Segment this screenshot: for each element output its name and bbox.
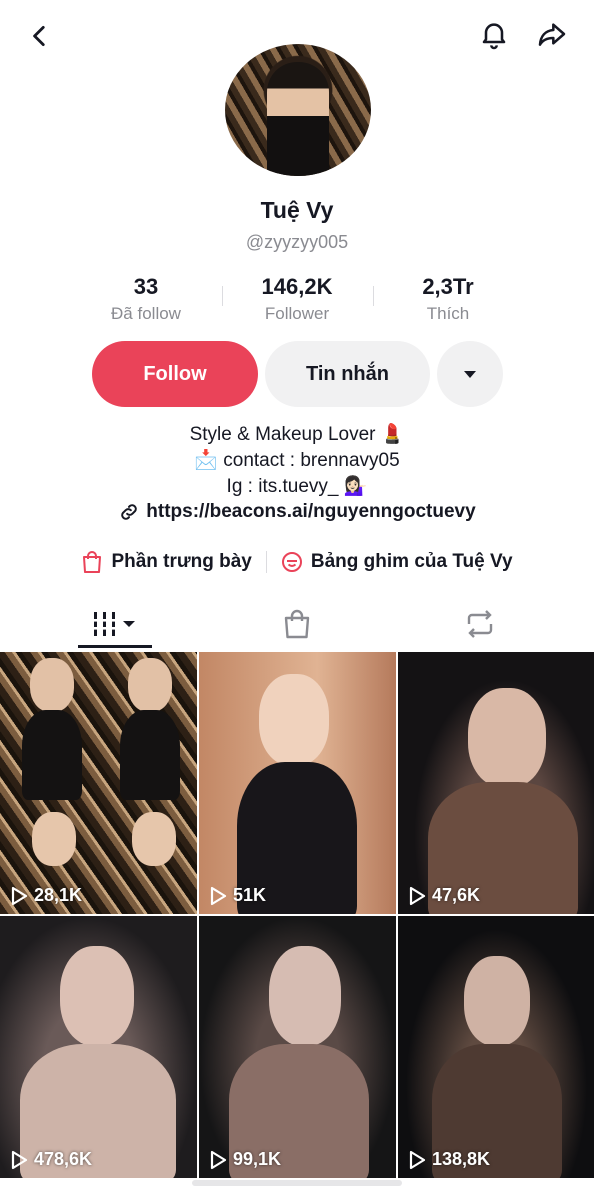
notification-button[interactable] bbox=[472, 12, 516, 56]
stat-following-label: Đã follow bbox=[111, 304, 181, 323]
video-tile[interactable]: 28,1K bbox=[0, 652, 197, 914]
thumbnail-figure bbox=[120, 710, 180, 800]
profile-stats: 33 Đã follow 146,2K Follower 2,3Tr Thích bbox=[0, 274, 594, 326]
stat-followers-label: Follower bbox=[264, 304, 330, 323]
play-icon bbox=[210, 1150, 227, 1169]
video-tile[interactable]: 47,6K bbox=[398, 652, 594, 914]
thumbnail-figure bbox=[32, 812, 76, 866]
message-button[interactable]: Tin nhắn bbox=[265, 341, 430, 407]
tab-shop[interactable] bbox=[247, 598, 347, 650]
shopping-bag-icon bbox=[83, 551, 102, 573]
thumbnail-figure bbox=[269, 946, 341, 1046]
stat-likes-label: Thích bbox=[426, 304, 470, 323]
bell-icon bbox=[482, 23, 506, 50]
chevron-left-icon bbox=[33, 25, 45, 47]
view-count: 478,6K bbox=[10, 1149, 92, 1170]
grid-columns-icon bbox=[91, 612, 135, 636]
avatar[interactable] bbox=[225, 44, 371, 176]
stat-followers-value: 146,2K bbox=[261, 274, 333, 299]
view-count-text: 51K bbox=[233, 885, 267, 905]
share-arrow-icon bbox=[538, 23, 566, 46]
tab-videos[interactable] bbox=[60, 598, 170, 650]
video-tile[interactable]: 478,6K bbox=[0, 916, 197, 1178]
stat-following[interactable]: 33 Đã follow bbox=[71, 274, 221, 324]
view-count-text: 99,1K bbox=[233, 1149, 282, 1169]
pinned-board-icon bbox=[281, 552, 302, 572]
view-count-text: 28,1K bbox=[34, 885, 83, 905]
active-tab-indicator bbox=[78, 645, 152, 648]
bio-line-1: Style & Makeup Lover 💄 bbox=[189, 424, 405, 445]
thumbnail-figure bbox=[464, 956, 530, 1046]
showcase-link[interactable]: Phần trưng bày bbox=[81, 550, 252, 574]
stat-likes-value: 2,3Tr bbox=[422, 274, 474, 299]
bio-line-2: 📩 contact : brennavy05 bbox=[194, 450, 400, 471]
thumbnail-figure bbox=[259, 674, 329, 766]
view-count-text: 478,6K bbox=[34, 1149, 93, 1169]
shelf-divider bbox=[265, 551, 267, 573]
video-tile[interactable]: 99,1K bbox=[199, 916, 396, 1178]
profile-display-name: Tuệ Vy bbox=[260, 197, 334, 223]
caret-down-icon bbox=[464, 371, 476, 378]
stat-followers[interactable]: 146,2K Follower bbox=[222, 274, 372, 324]
pinned-board-link[interactable]: Bảng ghim của Tuệ Vy bbox=[281, 551, 513, 573]
view-count: 51K bbox=[209, 885, 266, 906]
view-count: 47,6K bbox=[408, 885, 480, 906]
shopping-bag-icon bbox=[284, 609, 310, 639]
link-icon bbox=[121, 504, 138, 520]
home-indicator[interactable] bbox=[192, 1180, 402, 1186]
bio-link-text: https://beacons.ai/nguyenngoctuevy bbox=[146, 501, 476, 522]
stat-likes[interactable]: 2,3Tr Thích bbox=[373, 274, 523, 324]
play-icon bbox=[210, 886, 227, 905]
bio-line-3: Ig : its.tuevy_ 💁🏻‍♀️ bbox=[226, 476, 368, 497]
follow-button[interactable]: Follow bbox=[92, 341, 258, 407]
view-count: 99,1K bbox=[209, 1149, 281, 1170]
profile-handle: @zyyzyy005 bbox=[245, 232, 349, 252]
share-button[interactable] bbox=[530, 12, 574, 56]
bio-link[interactable]: https://beacons.ai/nguyenngoctuevy bbox=[0, 501, 594, 523]
view-count: 28,1K bbox=[10, 885, 82, 906]
showcase-label: Phần trưng bày bbox=[111, 551, 252, 572]
profile-shelf: Phần trưng bày Bảng ghim của Tuệ Vy bbox=[0, 545, 594, 579]
play-icon bbox=[409, 886, 426, 905]
thumbnail-figure bbox=[128, 658, 172, 712]
content-tabs bbox=[0, 598, 594, 650]
more-options-button[interactable] bbox=[437, 341, 503, 407]
play-icon bbox=[11, 886, 28, 905]
play-icon bbox=[11, 1150, 28, 1169]
video-tile[interactable]: 138,8K bbox=[398, 916, 594, 1178]
back-button[interactable] bbox=[18, 14, 62, 58]
thumbnail-figure bbox=[22, 710, 82, 800]
tab-repost[interactable] bbox=[430, 598, 530, 650]
view-count-text: 47,6K bbox=[432, 885, 481, 905]
view-count: 138,8K bbox=[408, 1149, 490, 1170]
play-icon bbox=[409, 1150, 426, 1169]
repost-icon bbox=[467, 610, 493, 638]
stat-following-value: 33 bbox=[133, 274, 159, 299]
view-count-text: 138,8K bbox=[432, 1149, 491, 1169]
pinned-board-label: Bảng ghim của Tuệ Vy bbox=[310, 551, 513, 572]
thumbnail-figure bbox=[60, 946, 134, 1046]
thumbnail-figure bbox=[468, 688, 546, 788]
thumbnail-figure bbox=[30, 658, 74, 712]
video-tile[interactable]: 51K bbox=[199, 652, 396, 914]
avatar-figure bbox=[267, 62, 329, 176]
thumbnail-figure bbox=[132, 812, 176, 866]
